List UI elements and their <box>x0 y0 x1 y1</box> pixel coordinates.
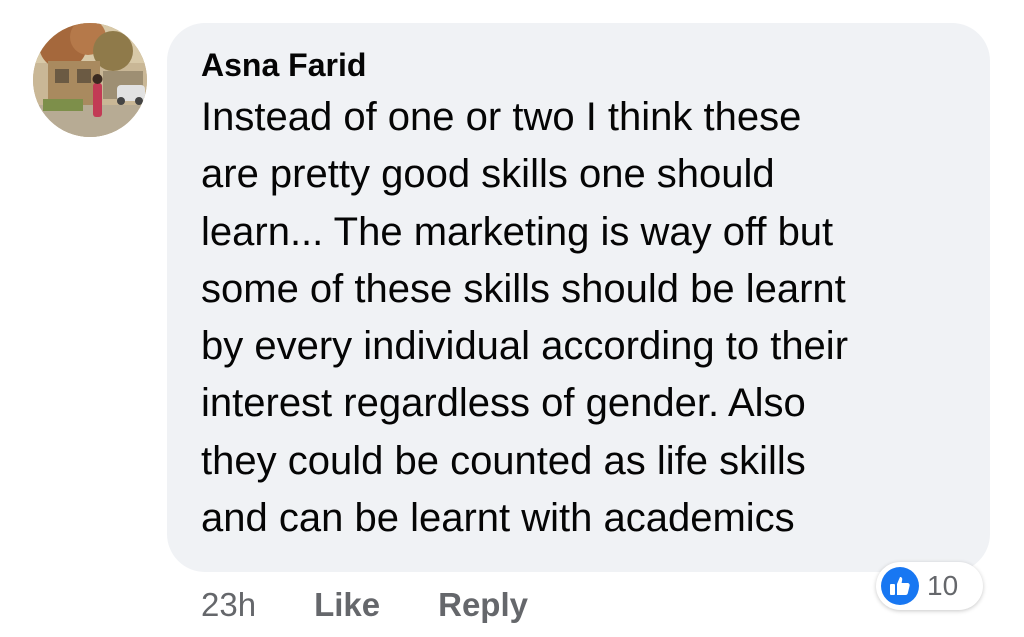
reply-button[interactable]: Reply <box>438 586 528 624</box>
comment-text: Instead of one or two I think these are … <box>201 89 966 547</box>
comment-line: by every individual according to their <box>201 324 849 369</box>
comment-line: learn... The marketing is way off but <box>201 209 834 254</box>
comment-line: interest regardless of gender. Also <box>201 381 806 426</box>
comment-timestamp[interactable]: 23h <box>201 586 256 624</box>
like-button[interactable]: Like <box>314 586 380 624</box>
comment-line: some of these skills should be learnt <box>201 266 846 311</box>
comment-line: Instead of one or two I think these <box>201 95 802 139</box>
avatar-photo <box>33 23 147 137</box>
comment-line: are pretty good skills one should <box>201 152 775 197</box>
reaction-count: 10 <box>927 570 959 601</box>
reaction-summary[interactable]: 10 <box>876 562 983 610</box>
comment-line: and can be learnt with academics <box>201 496 795 541</box>
thumbs-up-icon <box>881 567 919 605</box>
comment-author[interactable]: Asna Farid <box>201 45 966 85</box>
comment-bubble: Asna Farid Instead of one or two I think… <box>167 23 990 572</box>
comment-actions: 23h Like Reply <box>201 583 528 627</box>
comment-line: they could be counted as life skills <box>201 438 806 483</box>
avatar[interactable] <box>33 23 147 137</box>
